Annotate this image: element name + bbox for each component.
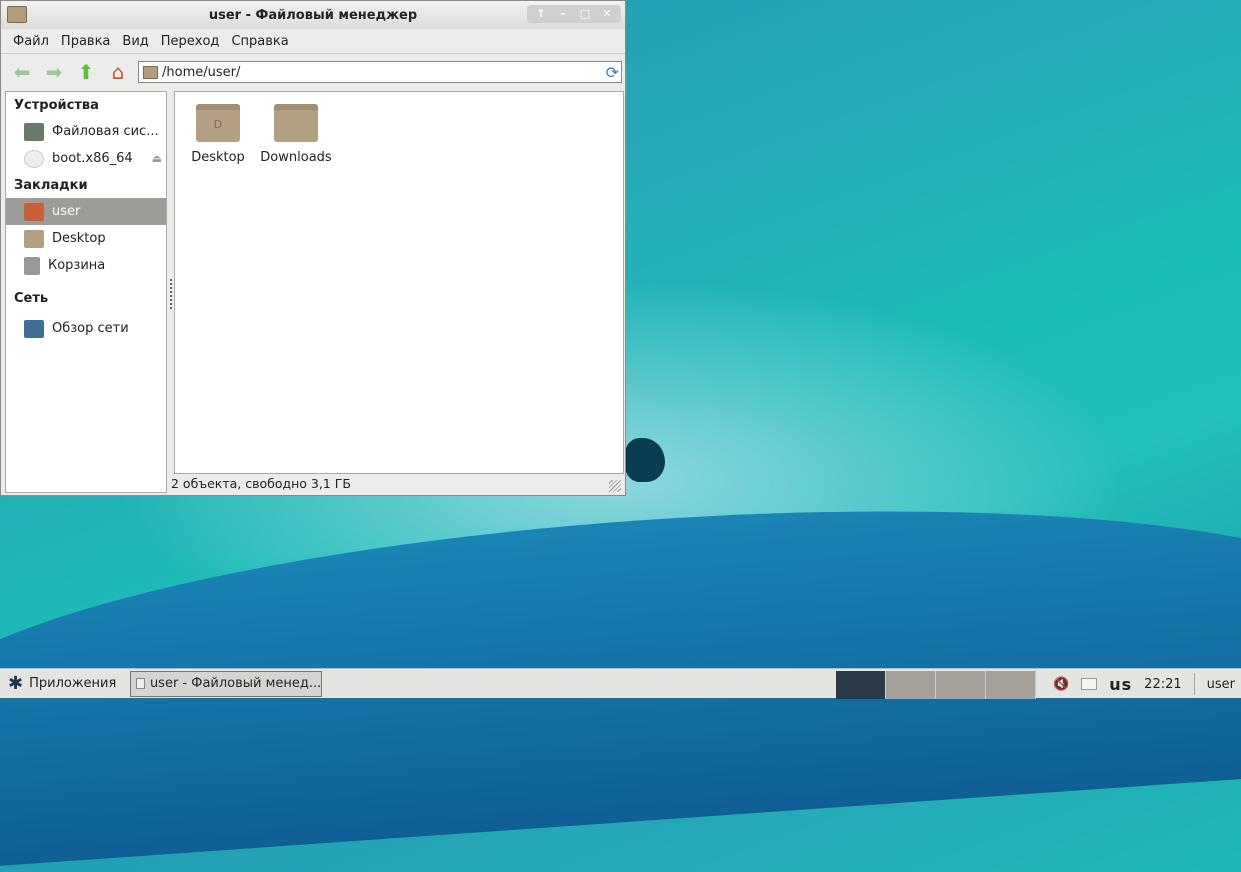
file-manager-window: user - Файловый менеджер ↑ – □ ✕ Файл Пр… <box>0 0 626 496</box>
sidebar: Устройства Файловая сис... boot.x86_64 ⏏ … <box>5 91 167 493</box>
volume-muted-icon[interactable]: 🔇 <box>1053 677 1069 692</box>
file-item-desktop[interactable]: D Desktop <box>178 104 258 165</box>
menu-file[interactable]: Файл <box>7 34 55 49</box>
user-menu[interactable]: user <box>1207 677 1235 692</box>
sidebar-item-trash[interactable]: Корзина <box>6 252 166 279</box>
menu-view[interactable]: Вид <box>116 34 154 49</box>
refresh-icon[interactable]: ⟳ <box>606 63 619 82</box>
sidebar-item-label: Desktop <box>52 231 106 246</box>
workspace-1[interactable] <box>836 671 886 699</box>
address-bar[interactable]: /home/user/ ⟳ <box>138 61 622 83</box>
sidebar-item-filesystem[interactable]: Файловая сис... <box>6 118 166 145</box>
folder-icon <box>24 229 44 248</box>
forward-arrow-icon[interactable]: ➡ <box>41 60 67 84</box>
status-bar: 2 объекта, свободно 3,1 ГБ <box>171 476 351 491</box>
home-icon[interactable]: ⌂ <box>105 60 131 84</box>
window-title: user - Файловый менеджер <box>208 7 418 23</box>
file-view: D Desktop Downloads <box>174 91 624 474</box>
close-button[interactable]: ✕ <box>597 6 617 22</box>
removable-drive-icon[interactable] <box>1081 678 1098 690</box>
system-tray: 🔇 us 22:21 user <box>1053 669 1241 699</box>
menu-go[interactable]: Переход <box>155 34 226 49</box>
back-arrow-icon[interactable]: ⬅ <box>9 60 35 84</box>
workspace-4[interactable] <box>986 671 1036 699</box>
network-heading: Сеть <box>14 291 49 306</box>
address-text: /home/user/ <box>162 64 241 80</box>
folder-icon: D <box>196 104 240 142</box>
task-label: user - Файловый менед... <box>149 676 322 691</box>
sidebar-item-label: Файловая сис... <box>52 124 159 139</box>
devices-heading: Устройства <box>14 98 99 113</box>
sidebar-item-boot[interactable]: boot.x86_64 ⏏ <box>6 145 166 172</box>
sidebar-item-label: user <box>52 204 81 219</box>
sidebar-item-label: Корзина <box>48 258 106 273</box>
pane-splitter[interactable] <box>170 279 173 309</box>
sidebar-item-network[interactable]: Обзор сети <box>6 315 166 342</box>
workspace-3[interactable] <box>936 671 986 699</box>
folder-icon <box>136 678 145 689</box>
file-item-downloads[interactable]: Downloads <box>256 104 336 165</box>
network-icon <box>24 319 44 338</box>
sidebar-item-desktop[interactable]: Desktop <box>6 225 166 252</box>
sidebar-item-user[interactable]: user <box>6 198 166 225</box>
folder-icon <box>274 104 318 142</box>
taskbar: ✱ Приложения user - Файловый менед... 🔇 u… <box>0 668 1241 699</box>
taskbar-window-button[interactable]: user - Файловый менед... <box>130 670 323 697</box>
minimize-button[interactable]: – <box>553 6 573 22</box>
disc-icon <box>24 149 44 168</box>
applications-menu-button[interactable]: ✱ Приложения <box>0 669 124 698</box>
trash-icon <box>24 256 40 275</box>
menu-help[interactable]: Справка <box>225 34 294 49</box>
menu-edit[interactable]: Правка <box>55 34 116 49</box>
xfce-logo-icon: ✱ <box>8 673 24 694</box>
sidebar-item-label: Обзор сети <box>52 321 129 336</box>
folder-icon <box>143 65 158 79</box>
drive-icon <box>24 122 44 141</box>
applications-label: Приложения <box>29 676 117 691</box>
bookmarks-heading: Закладки <box>14 178 88 193</box>
resize-grip[interactable] <box>609 480 621 492</box>
title-bar[interactable]: user - Файловый менеджер ↑ – □ ✕ <box>1 1 625 29</box>
sidebar-item-label: boot.x86_64 <box>52 151 133 166</box>
wallpaper-mouse-logo <box>625 438 665 482</box>
up-arrow-icon[interactable]: ⬆ <box>73 60 99 84</box>
folder-icon <box>7 6 27 23</box>
keyboard-layout[interactable]: us <box>1109 675 1132 694</box>
maximize-button[interactable]: □ <box>575 6 595 22</box>
workspace-2[interactable] <box>886 671 936 699</box>
menu-bar: Файл Правка Вид Переход Справка <box>1 29 625 54</box>
separator <box>1193 673 1195 695</box>
eject-icon[interactable]: ⏏ <box>152 152 162 165</box>
file-name: Desktop <box>191 150 245 165</box>
home-icon <box>24 202 44 221</box>
workspace-pager <box>836 671 1036 699</box>
file-name: Downloads <box>260 150 332 165</box>
clock[interactable]: 22:21 <box>1144 677 1181 692</box>
keep-above-button[interactable]: ↑ <box>531 6 551 22</box>
